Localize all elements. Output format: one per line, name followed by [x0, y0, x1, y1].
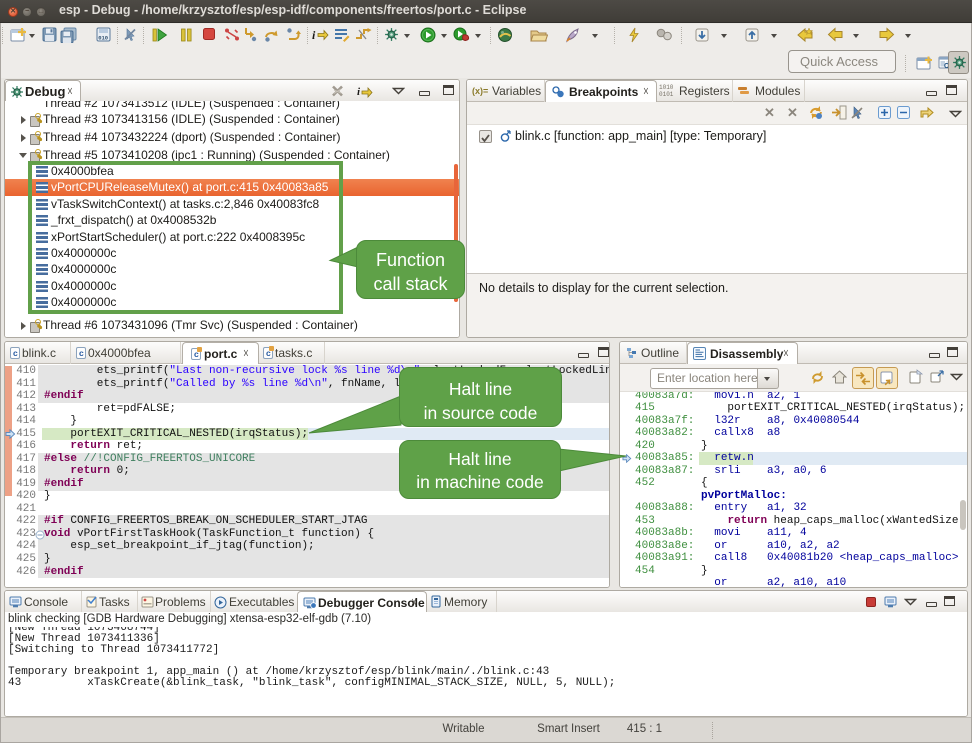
svg-text:i: i	[312, 28, 316, 42]
svg-text:010: 010	[98, 35, 108, 42]
svg-text:i: i	[357, 86, 361, 98]
